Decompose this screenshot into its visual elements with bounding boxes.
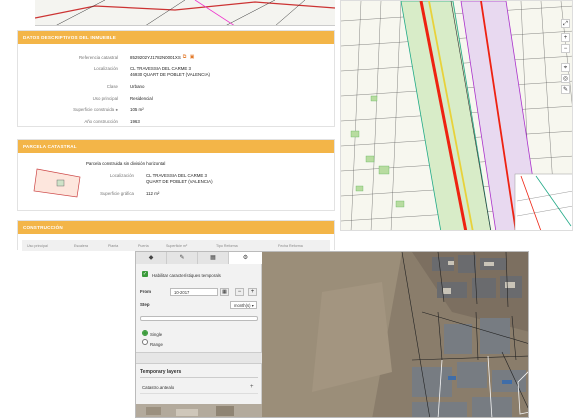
info-icon[interactable]: ● (115, 107, 118, 112)
aerial-imagery (262, 252, 528, 417)
step-back-button[interactable]: − (235, 288, 244, 296)
uso-label: Uso principal (92, 96, 118, 101)
col-header: Uso principal (27, 244, 48, 248)
parcela-loc-label: Localización (109, 173, 134, 178)
tab-tags[interactable]: ✎ (167, 252, 198, 264)
layer-item-name: Catastro.antealo (142, 385, 175, 390)
ref-value-text: 8529202YJ1782N0001XS (130, 55, 181, 60)
single-radio[interactable] (142, 330, 148, 336)
parcela-loc-value: CL TRAVESSIA DEL CARME 3 (146, 173, 207, 178)
superficie-label-text: Superficie construida (73, 107, 115, 112)
zoom-in-button[interactable]: + (561, 33, 570, 42)
col-header: Fecha Reforma (278, 244, 303, 248)
from-label: From (140, 289, 151, 294)
loc-label: Localización (93, 66, 118, 71)
parcela-loc-value-2: QUART DE POBLET (VALENCIA) (146, 179, 213, 184)
col-header: Superficie m² (166, 244, 188, 248)
construccion-table-header: Uso principal Escalera Planta Puerta Sup… (22, 240, 330, 251)
aerial-map[interactable] (262, 252, 528, 417)
tab-settings[interactable]: ⚙ (229, 252, 262, 264)
loc-value: CL TRAVESSIA DEL CARME 3 (130, 66, 191, 71)
ref-label: Referencia catastral (78, 55, 118, 60)
from-date-input[interactable]: 10-2017 (170, 288, 218, 296)
superficie-label: Superficie construida ● (18, 107, 118, 112)
loc-value-2: 46930 QUART DE POBLET (VALENCIA) (130, 72, 210, 77)
col-header: Puerta (138, 244, 149, 248)
parcela-sup-label: Superficie gráfica (100, 191, 134, 196)
add-layer-button[interactable]: + (250, 384, 254, 390)
sidebar-map-preview (136, 404, 262, 417)
sidebar-divider (136, 352, 262, 364)
locate-icon[interactable]: ⌖ (561, 63, 570, 72)
temporary-layers-heading: Temporary layers (140, 369, 182, 375)
enable-temporal-checkbox[interactable]: ✓ (142, 271, 148, 277)
clase-value: Urbano (130, 84, 145, 89)
layer-rule (140, 393, 258, 394)
calendar-icon[interactable]: ▦ (220, 288, 229, 296)
col-header: Tipo Reforma (216, 244, 238, 248)
anio-value: 1963 (130, 119, 140, 124)
top-map-drawing (35, 0, 335, 25)
zoom-out-button[interactable]: − (561, 44, 570, 53)
range-label: Range (150, 342, 163, 347)
time-slider[interactable] (140, 316, 258, 321)
enable-temporal-label: Habilitar característiques temporals (152, 273, 221, 278)
layers-icon: ◆ (148, 255, 154, 261)
panel-title: PARCELA CATASTRAL (18, 140, 334, 153)
col-header: Escalera (74, 244, 88, 248)
settings-icon: ⚙ (242, 255, 249, 261)
step-label: Step (140, 302, 150, 307)
cadastral-map[interactable]: ⤢ + − ⌖ ◎ ✎ (340, 0, 573, 231)
gis-window: ◆ ✎ ▦ ⚙ ✓ Habilitar característiques tem… (135, 251, 529, 418)
anio-label: Año construcción (84, 119, 118, 124)
parcela-sup-value: 112 m² (146, 191, 160, 196)
step-forward-button[interactable]: + (248, 288, 257, 296)
ref-value: 8529202YJ1782N0001XS ⧉ ▣ (130, 55, 195, 60)
panel-parcela: PARCELA CATASTRAL Parcela construida sin… (17, 139, 335, 211)
clase-label: Clase (106, 84, 118, 89)
tab-table[interactable]: ▦ (198, 252, 229, 264)
draw-icon[interactable]: ✎ (561, 85, 570, 94)
copy-icon[interactable]: ⧉ (183, 55, 188, 60)
range-radio[interactable] (142, 339, 148, 345)
qr-icon[interactable]: ▣ (190, 55, 195, 60)
panel-title: CONSTRUCCIÓN (18, 221, 334, 234)
cadastral-map-drawing (341, 1, 572, 230)
tab-layers[interactable]: ◆ (136, 252, 167, 264)
fullscreen-icon[interactable]: ⤢ (561, 19, 570, 28)
top-map-strip (35, 0, 335, 26)
superficie-value: 105 m² (130, 107, 144, 112)
panel-datos-inmueble: DATOS DESCRIPTIVOS DEL INMUEBLE Referenc… (17, 30, 335, 127)
tag-icon: ✎ (179, 255, 185, 261)
col-header: Planta (108, 244, 119, 248)
uso-value: Residencial (130, 96, 153, 101)
heading-rule (140, 377, 258, 378)
panel-title: DATOS DESCRIPTIVOS DEL INMUEBLE (18, 31, 334, 44)
single-label: Single (150, 332, 163, 337)
parcela-subtitle: Parcela construida sin división horizont… (86, 161, 166, 166)
step-unit-select[interactable]: month(s) ▾ (230, 301, 257, 309)
panel-construccion: CONSTRUCCIÓN Uso principal Escalera Plan… (17, 220, 335, 251)
table-icon: ▦ (210, 255, 216, 261)
temporal-sidebar: ◆ ✎ ▦ ⚙ ✓ Habilitar característiques tem… (136, 252, 262, 417)
target-icon[interactable]: ◎ (561, 74, 570, 83)
step-unit-value: month(s) (234, 303, 251, 308)
